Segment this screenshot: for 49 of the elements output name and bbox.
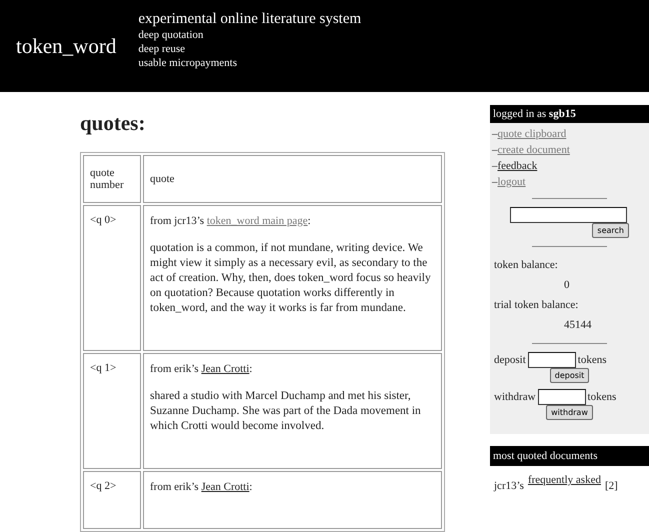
sidebar-link[interactable]: create document	[498, 144, 570, 156]
source-link[interactable]: token_word main page	[206, 215, 308, 227]
balance-value: 0	[563, 278, 570, 293]
column-header: quote	[143, 155, 442, 203]
source-text: from jcr13’s	[150, 215, 204, 227]
source-link[interactable]: Jean Crotti	[201, 481, 250, 493]
quote-number: <q 1>	[90, 362, 116, 374]
dash-mark: –	[492, 176, 498, 188]
document-link[interactable]: frequently asked	[528, 474, 601, 486]
page-heading: quotes:	[80, 110, 146, 136]
quote-text: shared a studio with Marcel Duchamp and met his sister, Suzanne Duchamp. She was part of the Dada movement in which Crotti would become involved.	[150, 389, 422, 434]
login-bar: logged in as sgb15	[490, 105, 649, 123]
dash-mark: –	[492, 128, 498, 140]
site-tagline: deep reuse	[138, 42, 186, 56]
amount-field[interactable]	[528, 352, 576, 368]
field-label: deposit	[494, 354, 526, 366]
site-tagline: deep quotation	[138, 28, 204, 42]
unit-label: tokens	[588, 391, 616, 403]
source-text: from erik’s	[150, 363, 199, 375]
balance-value: 45144	[563, 318, 592, 333]
balance-label: trial token balance:	[493, 298, 580, 313]
search-field[interactable]	[510, 207, 627, 223]
quote-count: [2]	[604, 480, 618, 492]
source-text: from erik’s	[150, 481, 199, 493]
section-bar: most quoted documents	[490, 446, 649, 466]
search-button[interactable]: search	[592, 223, 629, 238]
column-header: quote number	[83, 155, 141, 203]
sidebar-link[interactable]: quote clipboard	[498, 128, 566, 140]
quote-number: <q 0>	[90, 214, 116, 226]
quote-number: <q 2>	[90, 480, 116, 492]
quote-text: quotation is a common, if not mundane, writing device. We might view it simply as a necessary evil, as secondary to the act of creation. Why, then, does token_word focus so heavily on quotation? Because quotation works differently in token_word, and the way it works is far from mundane.	[150, 241, 432, 316]
balance-label: token balance:	[493, 258, 559, 273]
source-text: :	[249, 481, 252, 493]
source-link[interactable]: Jean Crotti	[201, 363, 250, 375]
document-owner: jcr13’s	[494, 480, 524, 492]
action-button[interactable]: withdraw	[546, 405, 593, 420]
dash-mark: –	[492, 160, 498, 172]
field-label: withdraw	[494, 391, 536, 403]
site-tagline: usable micropayments	[138, 56, 238, 70]
site-logo: token_word	[16, 34, 116, 58]
unit-label: tokens	[578, 354, 607, 366]
dash-mark: –	[492, 144, 498, 156]
source-text: :	[308, 215, 311, 227]
source-text: :	[249, 363, 252, 375]
sidebar-link[interactable]: logout	[498, 176, 526, 188]
amount-field[interactable]	[538, 389, 586, 405]
sidebar-link[interactable]: feedback	[498, 160, 538, 172]
site-tagline-title: experimental online literature system	[138, 10, 362, 28]
action-button[interactable]: deposit	[550, 368, 590, 383]
